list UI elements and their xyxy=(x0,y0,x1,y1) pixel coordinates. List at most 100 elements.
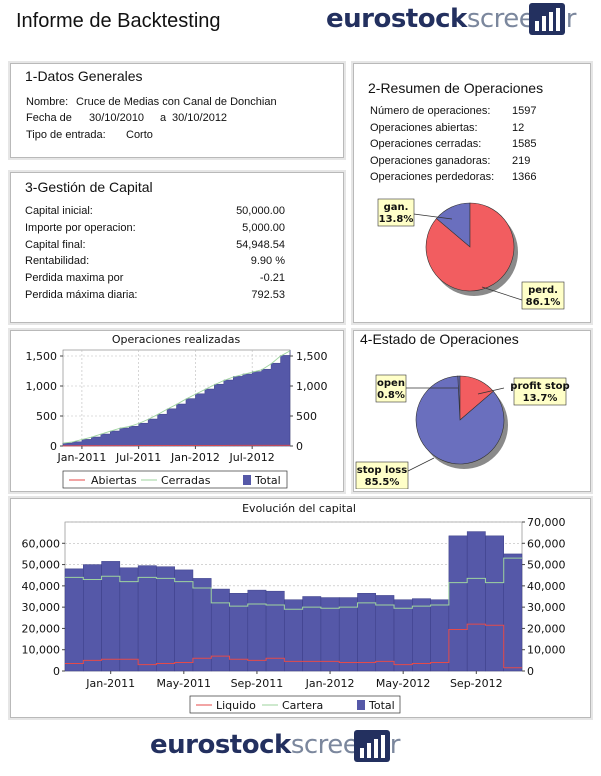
bar-total xyxy=(210,588,230,672)
y-tick-left: 500 xyxy=(36,410,57,423)
legend-label-abiertas: Abiertas xyxy=(91,474,137,487)
x-tick: Sep-2011 xyxy=(231,677,284,690)
bar-total xyxy=(375,595,395,672)
legend-label-total: Total xyxy=(254,474,281,487)
y-tick-right: 50,000 xyxy=(527,559,566,572)
page-title: Informe de Backtesting xyxy=(16,10,221,32)
y-tick-left: 50,000 xyxy=(22,559,61,572)
resumen-row-value: 219 xyxy=(512,154,531,167)
legend-label-liquido: Liquido xyxy=(216,699,256,712)
pie-label-gan: 13.8% xyxy=(379,214,414,225)
chart-operaciones-realizadas: Operaciones realizadas 0 0 500 500 1,000 1,000… xyxy=(26,333,328,489)
gestion-row-value: 50,000.00 xyxy=(236,205,285,217)
bar-total xyxy=(412,598,431,672)
resumen-row-value: 1597 xyxy=(512,105,537,117)
x-tick: May-2012 xyxy=(376,677,431,690)
y-tick-right: 0 xyxy=(527,665,534,678)
gestion-row-label: Capital inicial: xyxy=(25,205,93,217)
x-tick: Jul-2011 xyxy=(115,451,161,464)
y-tick-left: 0 xyxy=(53,665,60,678)
bar-total xyxy=(83,564,102,672)
legend-swatch-total xyxy=(243,475,251,485)
logo-text-part1: eurostock xyxy=(326,4,467,34)
bar-total xyxy=(357,593,377,672)
bar-total xyxy=(265,590,285,672)
gestion-row-label: Perdida máxima diaria: xyxy=(25,289,138,301)
legend-swatch-total xyxy=(357,700,365,710)
bar-total xyxy=(430,599,450,672)
pie-label-stop-loss: stop loss xyxy=(357,465,407,476)
x-tick: Jan-2011 xyxy=(56,451,106,464)
resumen-row-label: Número de operaciones: xyxy=(370,105,491,117)
x-tick: Jul-2012 xyxy=(229,451,275,464)
fecha-a: a xyxy=(160,112,167,124)
fecha-label: Fecha de xyxy=(26,112,72,124)
bar-total xyxy=(448,535,468,672)
bar-total xyxy=(119,567,139,672)
footer-logo-text-part1: eurostock xyxy=(150,730,291,760)
nombre-label: Nombre: xyxy=(26,96,69,108)
bar-total xyxy=(503,553,523,672)
x-tick: Jan-2011 xyxy=(85,677,135,690)
bar-total xyxy=(284,599,303,672)
pie-estado: open0.8% profit stop13.7% stop loss85.5% xyxy=(355,374,570,489)
y-tick-left: 60,000 xyxy=(22,537,61,550)
y-tick-left: 40,000 xyxy=(22,580,61,593)
legend-label-total: Total xyxy=(368,699,395,712)
nombre-value: Cruce de Medias con Canal de Donchian xyxy=(76,96,277,108)
fecha-hasta: 30/10/2012 xyxy=(172,112,228,124)
legend-label-cerradas: Cerradas xyxy=(161,474,211,487)
pie-label-open: open xyxy=(377,378,405,389)
x-tick: Jan-2012 xyxy=(305,677,355,690)
gestion-row-value: 54,948.54 xyxy=(236,238,285,251)
pie-label-profit-stop: profit stop xyxy=(510,381,569,392)
pie-label-profit-stop: 13.7% xyxy=(523,393,558,404)
bar-total xyxy=(302,596,322,672)
resumen-row-label: Operaciones ganadoras: xyxy=(370,154,491,167)
gestion-row-label: Capital final: xyxy=(25,238,86,251)
panel-title-resumen: 2-Resumen de Operaciones xyxy=(368,80,544,96)
y-tick-left: 0 xyxy=(50,440,57,453)
pie-label-open: 0.8% xyxy=(377,390,405,401)
gestion-row-value: -0.21 xyxy=(259,272,285,285)
y-tick-right: 1,500 xyxy=(296,350,328,363)
pie-label-gan: gan. xyxy=(384,202,409,213)
logo-chart-icon xyxy=(529,3,565,35)
pie-label-perd: 86.1% xyxy=(526,297,561,308)
resumen-row-value: 1366 xyxy=(512,171,537,183)
resumen-row-label: Operaciones perdedoras: xyxy=(370,171,495,183)
y-tick-left: 1,000 xyxy=(26,380,58,393)
gestion-row-value: 792.53 xyxy=(251,289,285,301)
bar-total xyxy=(338,597,358,672)
bar-total xyxy=(174,569,194,672)
resumen-row-value: 1585 xyxy=(512,138,537,150)
bar-total xyxy=(137,565,157,672)
tipo-label: Tipo de entrada: xyxy=(26,129,106,141)
gestion-row-value: 5,000.00 xyxy=(242,221,285,234)
panel-title-datos-generales: 1-Datos Generales xyxy=(25,68,143,84)
panel-title-gestion: 3-Gestión de Capital xyxy=(25,179,153,195)
pie-label-stop-loss: 85.5% xyxy=(365,477,400,488)
tipo-value: Corto xyxy=(126,129,153,141)
bar-total xyxy=(485,535,504,672)
y-tick-right: 20,000 xyxy=(527,622,566,635)
y-tick-left: 30,000 xyxy=(22,601,61,614)
bar-total xyxy=(156,566,175,672)
y-tick-right: 40,000 xyxy=(527,580,566,593)
pie-label-perd: perd. xyxy=(528,285,558,296)
y-tick-right: 0 xyxy=(296,440,303,453)
footer-logo-chart-icon xyxy=(354,730,390,762)
bar-total xyxy=(247,589,267,672)
bar-total xyxy=(393,599,413,672)
gestion-row-value: 9.90 % xyxy=(250,255,285,268)
y-tick-right: 1,000 xyxy=(296,380,328,393)
chart-title: Evolución del capital xyxy=(242,502,356,515)
y-tick-right: 60,000 xyxy=(527,537,566,550)
x-tick: Sep-2012 xyxy=(450,677,503,690)
y-tick-left: 20,000 xyxy=(22,622,61,635)
resumen-row-value: 12 xyxy=(512,121,525,134)
x-tick: May-2011 xyxy=(157,677,212,690)
leader-line xyxy=(405,457,435,473)
chart-title: Operaciones realizadas xyxy=(112,333,241,346)
y-tick-left: 1,500 xyxy=(26,350,58,363)
